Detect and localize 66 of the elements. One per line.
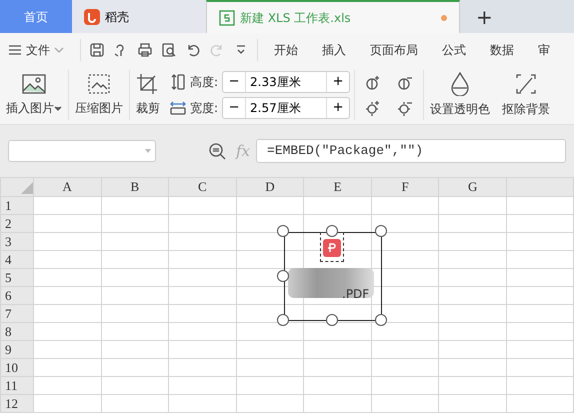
pdf-icon	[323, 239, 341, 257]
menu-tab[interactable]: 公式	[430, 40, 478, 58]
caret-icon	[54, 106, 62, 112]
droplet-icon	[449, 72, 472, 96]
increment-button[interactable]: +	[327, 98, 350, 118]
row-header[interactable]: 8	[5, 324, 12, 338]
crop-icon	[136, 73, 160, 95]
set-transparent-color-button[interactable]: 设置透明色	[424, 72, 496, 118]
spreadsheet-icon	[219, 10, 235, 26]
brightness-down-icon[interactable]	[397, 99, 414, 116]
file-suffix: .PDF	[342, 286, 370, 303]
column-header[interactable]: E	[334, 179, 342, 194]
crop-button[interactable]: 裁剪	[130, 73, 166, 117]
decrement-button[interactable]: −	[223, 72, 246, 92]
width-label: 宽度:	[190, 100, 218, 117]
save-icon[interactable]	[89, 42, 105, 58]
menu-tab[interactable]: 数据	[478, 40, 526, 58]
zoom-out-icon[interactable]	[208, 142, 226, 160]
row-header[interactable]: 4	[5, 252, 12, 266]
height-label: 高度:	[190, 74, 218, 91]
column-header[interactable]: G	[468, 179, 478, 194]
contrast-up-icon[interactable]	[365, 74, 382, 91]
picture-icon	[22, 73, 46, 95]
tab[interactable]: 稻壳	[72, 0, 206, 33]
increment-button[interactable]: +	[327, 72, 350, 92]
menu-icon	[8, 44, 22, 56]
brightness-up-icon[interactable]	[365, 99, 382, 116]
column-header[interactable]: D	[265, 179, 275, 194]
menu-tab[interactable]: 开始	[262, 40, 310, 58]
dashed-picture-icon	[87, 73, 111, 95]
print-preview-icon[interactable]	[161, 42, 177, 58]
width-icon	[170, 100, 186, 116]
decrement-button[interactable]: −	[223, 98, 246, 118]
dropdown-icon	[145, 149, 151, 153]
row-header[interactable]: 1	[5, 198, 12, 212]
file-menu[interactable]: 文件	[8, 40, 76, 58]
resize-handle[interactable]	[277, 270, 289, 282]
width-spinner[interactable]: − 2.57厘米 +	[222, 97, 350, 119]
height-icon	[170, 74, 186, 90]
formula-field[interactable]: =EMBED("Package","")	[256, 139, 566, 163]
print-icon[interactable]	[137, 42, 153, 58]
resize-handle[interactable]	[375, 314, 387, 326]
row-header[interactable]: 5	[5, 270, 12, 284]
resize-handle[interactable]	[326, 314, 338, 326]
resize-handle[interactable]	[277, 314, 289, 326]
menu-tab[interactable]: 页面布局	[358, 40, 430, 58]
column-header[interactable]: A	[62, 179, 72, 194]
menu-tab[interactable]: 审	[526, 40, 562, 58]
chevron-icon	[54, 46, 64, 54]
new-tab-button[interactable]: +	[460, 0, 509, 33]
resize-handle[interactable]	[277, 225, 289, 237]
compress-picture-button[interactable]: 压缩图片	[69, 73, 129, 117]
remove-background-button[interactable]: 抠除背景	[496, 72, 556, 118]
row-header[interactable]: 3	[5, 234, 12, 248]
row-header[interactable]: 7	[5, 306, 12, 320]
insert-picture-button[interactable]: 插入图片	[0, 73, 68, 117]
row-header[interactable]: 2	[5, 216, 12, 230]
column-header[interactable]: B	[130, 179, 140, 194]
menu-tab[interactable]: 插入	[310, 40, 358, 58]
column-header[interactable]: C	[198, 179, 207, 194]
column-header[interactable]: F	[401, 179, 409, 194]
resize-handle[interactable]	[326, 225, 338, 237]
height-spinner[interactable]: − 2.33厘米 +	[222, 71, 350, 93]
row-header[interactable]: 9	[5, 342, 12, 356]
resize-handle[interactable]	[375, 225, 387, 237]
row-header[interactable]: 6	[5, 288, 12, 302]
